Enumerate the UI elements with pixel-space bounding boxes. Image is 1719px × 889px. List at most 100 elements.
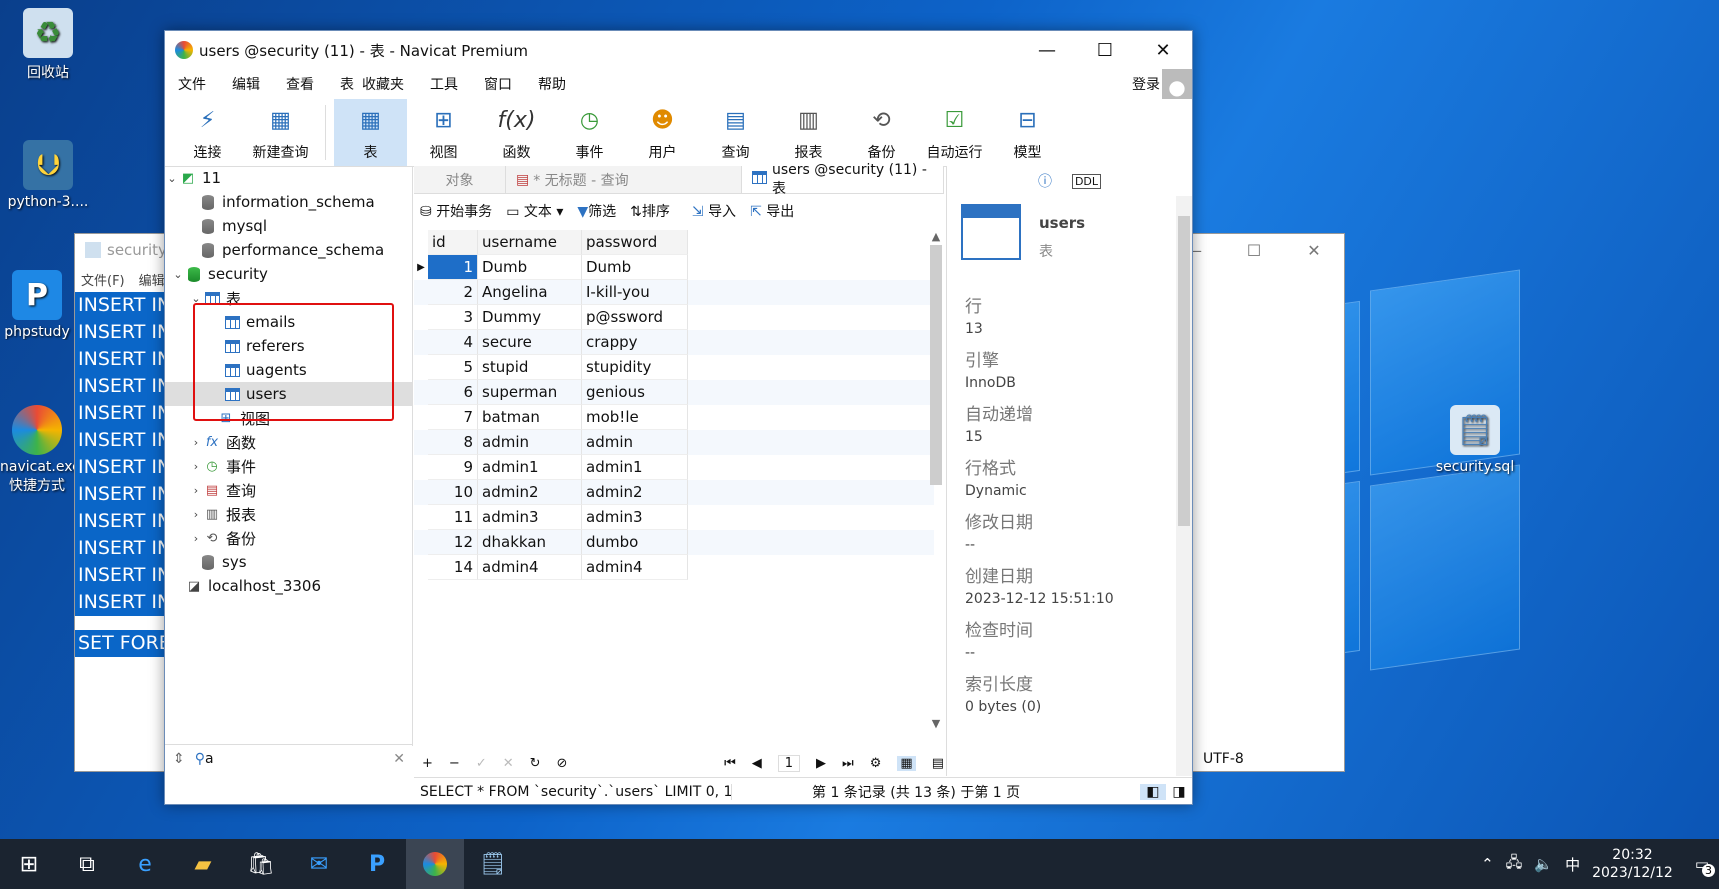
ddl-icon[interactable]: DDL bbox=[1071, 173, 1102, 189]
chevron-up-icon[interactable]: ⌃ bbox=[1481, 855, 1494, 873]
right-panel-toggle-icon[interactable]: ◨ bbox=[1166, 784, 1192, 800]
query-button[interactable]: ▤ 查询 bbox=[699, 99, 772, 166]
export-button[interactable]: ⇱ 导出 bbox=[750, 201, 794, 221]
cell-username[interactable]: admin4 bbox=[478, 555, 582, 580]
text-button[interactable]: ▭ 文本 ▾ bbox=[506, 201, 563, 221]
tree-search-bar[interactable]: ⇕ ⚲ a ✕ bbox=[165, 744, 413, 772]
model-button[interactable]: ⊟ 模型 bbox=[991, 99, 1064, 166]
close-icon[interactable]: ✕ bbox=[1284, 234, 1344, 266]
tab-objects[interactable]: 对象 bbox=[414, 166, 506, 193]
tab-users-table[interactable]: users @security (11) - 表 bbox=[742, 162, 944, 197]
clear-icon[interactable]: ✕ bbox=[393, 751, 405, 767]
login-link[interactable]: 登录 bbox=[1132, 74, 1160, 94]
edge-icon[interactable]: e bbox=[116, 839, 174, 889]
cell-id[interactable]: 3 bbox=[428, 305, 478, 330]
store-icon[interactable]: 🛍 bbox=[232, 839, 290, 889]
chevron-down-icon[interactable]: ⌄ bbox=[165, 172, 179, 185]
cell-username[interactable]: admin3 bbox=[478, 505, 582, 530]
cell-password[interactable]: Dumb bbox=[582, 255, 688, 280]
cell-id[interactable]: 1 bbox=[428, 255, 478, 280]
desktop-icon-recycle-bin[interactable]: ♻ 回收站 bbox=[0, 8, 96, 82]
column-header-id[interactable]: id bbox=[428, 230, 478, 255]
event-button[interactable]: ◷ 事件 bbox=[553, 99, 626, 166]
tree-backups[interactable]: › ⟲ 备份 bbox=[165, 526, 412, 550]
file-explorer-icon[interactable]: ▰ bbox=[174, 839, 232, 889]
task-view-icon[interactable]: ⧉ bbox=[58, 839, 116, 889]
cell-username[interactable]: stupid bbox=[478, 355, 582, 380]
network-icon[interactable]: 🖧 bbox=[1506, 852, 1523, 877]
table-row[interactable]: 2 Angelina I-kill-you bbox=[414, 280, 934, 305]
page-number-input[interactable]: 1 bbox=[777, 754, 801, 772]
menu-file[interactable]: 文件(F) bbox=[81, 270, 125, 289]
notification-icon[interactable]: ▭ 3 bbox=[1695, 855, 1715, 877]
table-button[interactable]: ▦ 表 bbox=[334, 99, 407, 166]
cell-id[interactable]: 4 bbox=[428, 330, 478, 355]
navicat-taskbar-icon[interactable] bbox=[406, 839, 464, 889]
scroll-up-icon[interactable]: ▲ bbox=[928, 230, 944, 243]
table-row[interactable]: 6 superman genious bbox=[414, 380, 934, 405]
sort-button[interactable]: ⇅排序 bbox=[630, 201, 670, 221]
chevron-right-icon[interactable]: › bbox=[189, 532, 203, 545]
table-row[interactable]: 3 Dummy p@ssword bbox=[414, 305, 934, 330]
cell-username[interactable]: Dumb bbox=[478, 255, 582, 280]
grid-view-icon[interactable]: ▦ bbox=[897, 755, 916, 771]
cell-password[interactable]: admin4 bbox=[582, 555, 688, 580]
tree-db[interactable]: mysql bbox=[165, 214, 412, 238]
menu-window[interactable]: 窗口 bbox=[471, 74, 525, 94]
table-row[interactable]: 10 admin2 admin2 bbox=[414, 480, 934, 505]
table-row[interactable]: 4 secure crappy bbox=[414, 330, 934, 355]
close-icon[interactable]: ✕ bbox=[1134, 31, 1192, 69]
new-query-button[interactable]: ▦ 新建查询 bbox=[244, 99, 317, 166]
desktop-icon-python[interactable]: ⮋ python-3.... bbox=[0, 140, 96, 210]
mail-icon[interactable]: ✉ bbox=[290, 839, 348, 889]
import-button[interactable]: ⇲ 导入 bbox=[692, 201, 736, 221]
cell-username[interactable]: dhakkan bbox=[478, 530, 582, 555]
cell-id[interactable]: 2 bbox=[428, 280, 478, 305]
first-page-icon[interactable]: ⏮ bbox=[724, 756, 736, 771]
tree-db-security[interactable]: ⌄ security bbox=[165, 262, 412, 286]
table-row[interactable]: 9 admin1 admin1 bbox=[414, 455, 934, 480]
menu-edit[interactable]: 编辑 bbox=[219, 74, 273, 94]
cell-password[interactable]: p@ssword bbox=[582, 305, 688, 330]
cell-username[interactable]: secure bbox=[478, 330, 582, 355]
menu-edit[interactable]: 编辑 bbox=[139, 270, 165, 289]
settings-icon[interactable]: ⚙ bbox=[870, 756, 882, 771]
ime-indicator[interactable]: 中 bbox=[1565, 854, 1580, 875]
cell-username[interactable]: batman bbox=[478, 405, 582, 430]
maximize-icon[interactable]: ☐ bbox=[1224, 234, 1284, 266]
filter-button[interactable]: ▼筛选 bbox=[577, 201, 616, 221]
cell-id[interactable]: 7 bbox=[428, 405, 478, 430]
tree-connection[interactable]: ⌄ ◩ 11 bbox=[165, 166, 412, 190]
cell-id[interactable]: 8 bbox=[428, 430, 478, 455]
function-button[interactable]: f(x) 函数 bbox=[480, 99, 553, 166]
cell-username[interactable]: Angelina bbox=[478, 280, 582, 305]
desktop-icon-navicat[interactable]: navicat.exe 快捷方式 bbox=[0, 405, 74, 495]
table-row[interactable]: ▶ 1 Dumb Dumb bbox=[414, 255, 934, 280]
info-icon[interactable]: ⓘ bbox=[1038, 171, 1052, 191]
cell-id[interactable]: 12 bbox=[428, 530, 478, 555]
chevron-right-icon[interactable]: › bbox=[189, 460, 203, 473]
add-record-icon[interactable]: + bbox=[422, 756, 433, 771]
tree-functions[interactable]: › fx 函数 bbox=[165, 430, 412, 454]
cell-password[interactable]: stupidity bbox=[582, 355, 688, 380]
clock[interactable]: 20:32 2023/12/12 bbox=[1592, 846, 1673, 882]
scroll-down-icon[interactable]: ▼ bbox=[928, 717, 944, 730]
cell-id[interactable]: 9 bbox=[428, 455, 478, 480]
connect-button[interactable]: ⚡ 连接 bbox=[171, 99, 244, 166]
data-grid[interactable]: id username password ▶ 1 Dumb Dumb 2 Angelina… bbox=[414, 230, 934, 580]
cell-id[interactable]: 5 bbox=[428, 355, 478, 380]
tree-db[interactable]: sys bbox=[165, 550, 412, 574]
menu-file[interactable]: 文件 bbox=[165, 74, 219, 94]
table-row[interactable]: 11 admin3 admin3 bbox=[414, 505, 934, 530]
volume-icon[interactable]: 🔈 bbox=[1534, 855, 1553, 873]
cell-id[interactable]: 14 bbox=[428, 555, 478, 580]
chevron-right-icon[interactable]: › bbox=[189, 508, 203, 521]
discard-icon[interactable]: ✕ bbox=[503, 756, 514, 771]
column-header-password[interactable]: password bbox=[582, 230, 688, 255]
last-page-icon[interactable]: ⏭ bbox=[842, 756, 854, 771]
table-row[interactable]: 12 dhakkan dumbo bbox=[414, 530, 934, 555]
menu-view[interactable]: 查看 bbox=[273, 74, 327, 94]
desktop-icon-phpstudy[interactable]: P phpstudy bbox=[0, 270, 74, 340]
delete-record-icon[interactable]: − bbox=[449, 756, 460, 771]
maximize-icon[interactable]: ☐ bbox=[1076, 31, 1134, 69]
